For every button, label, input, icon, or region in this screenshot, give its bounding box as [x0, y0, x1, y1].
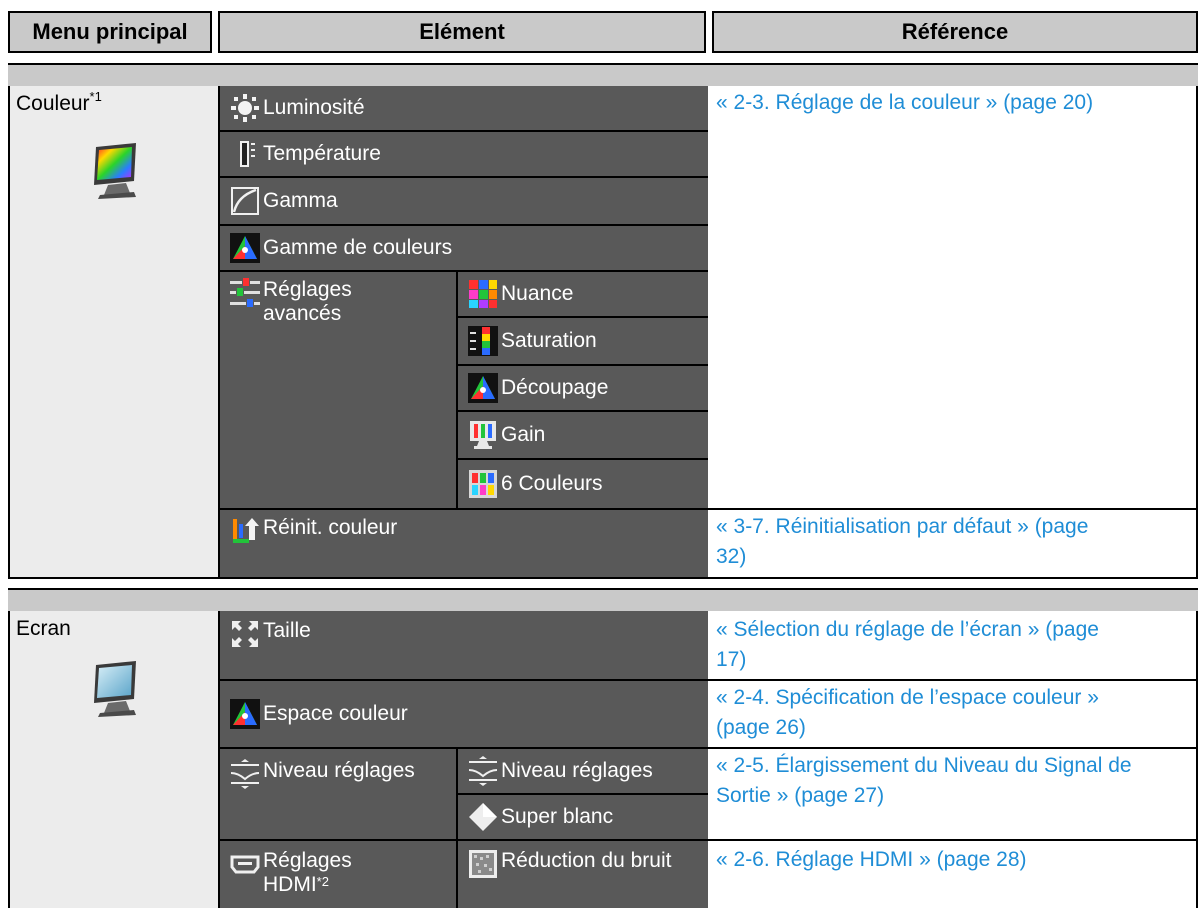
link-hdmi[interactable]: « 2-6. Réglage HDMI » (page 28) — [708, 841, 1196, 875]
header-element: Elément — [218, 11, 706, 53]
link-niveau-line1[interactable]: « 2-5. Élargissement du Niveau du Signal… — [716, 751, 1190, 781]
advanced-settings-icon — [230, 278, 260, 308]
link-taille-line2[interactable]: 17) — [716, 645, 1190, 675]
thermometer-icon — [230, 139, 260, 169]
hue-icon — [468, 279, 498, 309]
item-niveau-reglages[interactable]: Niveau réglages — [218, 747, 456, 839]
item-reglages-avances[interactable]: Réglages avancés — [218, 270, 456, 508]
item-decoupage-label: Découpage — [501, 376, 609, 399]
header-menu-principal: Menu principal — [8, 11, 212, 53]
item-reglages-hdmi-label: Réglages HDMI — [263, 849, 352, 896]
item-taille[interactable]: Taille — [218, 611, 708, 679]
gamma-curve-icon — [230, 186, 260, 216]
link-espace[interactable]: « 2-4. Spécification de l’espace couleur… — [708, 681, 1196, 743]
item-taille-label: Taille — [263, 619, 311, 642]
item-gain-label: Gain — [501, 423, 546, 446]
item-reglages-hdmi-note: *2 — [316, 874, 329, 889]
color-triangle-icon — [230, 233, 260, 263]
item-gamma-label: Gamma — [263, 189, 338, 212]
reset-icon — [230, 516, 260, 546]
expand-icon — [230, 619, 260, 649]
item-reinit-couleur[interactable]: Réinit. couleur — [218, 508, 708, 577]
item-saturation[interactable]: Saturation — [456, 316, 708, 364]
menu-ecran: Ecran — [8, 611, 220, 908]
clipping-icon — [468, 373, 498, 403]
item-six-couleurs-label: 6 Couleurs — [501, 472, 603, 495]
item-decoupage[interactable]: Découpage — [456, 364, 708, 410]
link-espace-line1[interactable]: « 2-4. Spécification de l’espace couleur… — [716, 683, 1190, 713]
link-taille-line1[interactable]: « Sélection du réglage de l’écran » (pag… — [716, 615, 1190, 645]
item-espace-couleur[interactable]: Espace couleur — [218, 679, 708, 747]
item-espace-couleur-label: Espace couleur — [263, 702, 408, 725]
link-taille[interactable]: « Sélection du réglage de l’écran » (pag… — [708, 611, 1196, 675]
item-reglages-avances-label: Réglages avancés — [263, 278, 352, 325]
color-monitor-icon — [94, 143, 136, 199]
item-gamme-couleurs-label: Gamme de couleurs — [263, 236, 453, 259]
noise-icon — [468, 849, 498, 879]
ref-taille-cell: « Sélection du réglage de l’écran » (pag… — [708, 611, 1198, 679]
screen-monitor-icon — [94, 661, 136, 717]
brightness-icon — [230, 93, 260, 123]
section-ecran-band — [8, 588, 1198, 605]
item-gamme-couleurs[interactable]: Gamme de couleurs — [218, 224, 708, 270]
item-temperature[interactable]: Température — [218, 130, 708, 176]
link-niveau-line2[interactable]: Sortie » (page 27) — [716, 781, 1190, 811]
item-reduction-bruit-label: Réduction du bruit — [501, 849, 672, 872]
link-niveau[interactable]: « 2-5. Élargissement du Niveau du Signal… — [708, 749, 1196, 811]
link-reglage-couleur[interactable]: « 2-3. Réglage de la couleur » (page 20) — [708, 86, 1196, 118]
item-reduction-bruit[interactable]: Réduction du bruit — [456, 839, 708, 908]
diamond-icon — [468, 802, 498, 832]
item-super-blanc[interactable]: Super blanc — [456, 793, 708, 839]
link-espace-line2[interactable]: (page 26) — [716, 713, 1190, 743]
item-nuance[interactable]: Nuance — [456, 270, 708, 316]
section-couleur-band — [8, 63, 1198, 80]
item-luminosite-label: Luminosité — [263, 96, 365, 119]
item-saturation-label: Saturation — [501, 329, 597, 352]
item-gain[interactable]: Gain — [456, 410, 708, 458]
hdmi-icon — [230, 849, 260, 879]
header-reference: Référence — [712, 11, 1198, 53]
level-icon — [230, 759, 260, 789]
section-couleur-bottom — [8, 577, 1198, 579]
item-reglages-hdmi[interactable]: Réglages HDMI*2 — [218, 839, 456, 908]
link-reinit-line1[interactable]: « 3-7. Réinitialisation par défaut » (pa… — [716, 512, 1190, 542]
link-reinit-page[interactable]: « 3-7. Réinitialisation par défaut » (pa… — [708, 510, 1196, 572]
menu-couleur-label: Couleur — [16, 92, 90, 115]
ref-couleur-cell: « 2-3. Réglage de la couleur » (page 20) — [708, 86, 1198, 508]
item-nuance-label: Nuance — [501, 282, 574, 305]
color-space-icon — [230, 699, 260, 729]
ref-hdmi-cell: « 2-6. Réglage HDMI » (page 28) — [708, 839, 1198, 908]
item-gamma[interactable]: Gamma — [218, 176, 708, 224]
item-niveau-reglages-sub-label: Niveau réglages — [501, 759, 653, 782]
item-luminosite[interactable]: Luminosité — [218, 86, 708, 130]
gain-icon — [468, 420, 498, 450]
level-icon — [468, 756, 498, 786]
menu-couleur: Couleur*1 — [8, 86, 220, 577]
ref-reinit-cell: « 3-7. Réinitialisation par défaut » (pa… — [708, 508, 1198, 577]
item-reinit-couleur-label: Réinit. couleur — [263, 516, 398, 539]
ref-espace-cell: « 2-4. Spécification de l’espace couleur… — [708, 679, 1198, 747]
item-six-couleurs[interactable]: 6 Couleurs — [456, 458, 708, 508]
six-colors-icon — [468, 469, 498, 499]
item-niveau-reglages-label: Niveau réglages — [263, 759, 415, 782]
item-super-blanc-label: Super blanc — [501, 805, 614, 828]
link-reinit-line2[interactable]: 32) — [716, 542, 1190, 572]
ref-niveau-cell: « 2-5. Élargissement du Niveau du Signal… — [708, 747, 1198, 839]
item-niveau-reglages-sub[interactable]: Niveau réglages — [456, 747, 708, 793]
item-temperature-label: Température — [263, 142, 381, 165]
saturation-icon — [468, 326, 498, 356]
menu-couleur-note: *1 — [89, 89, 102, 104]
menu-ecran-label: Ecran — [16, 617, 71, 640]
